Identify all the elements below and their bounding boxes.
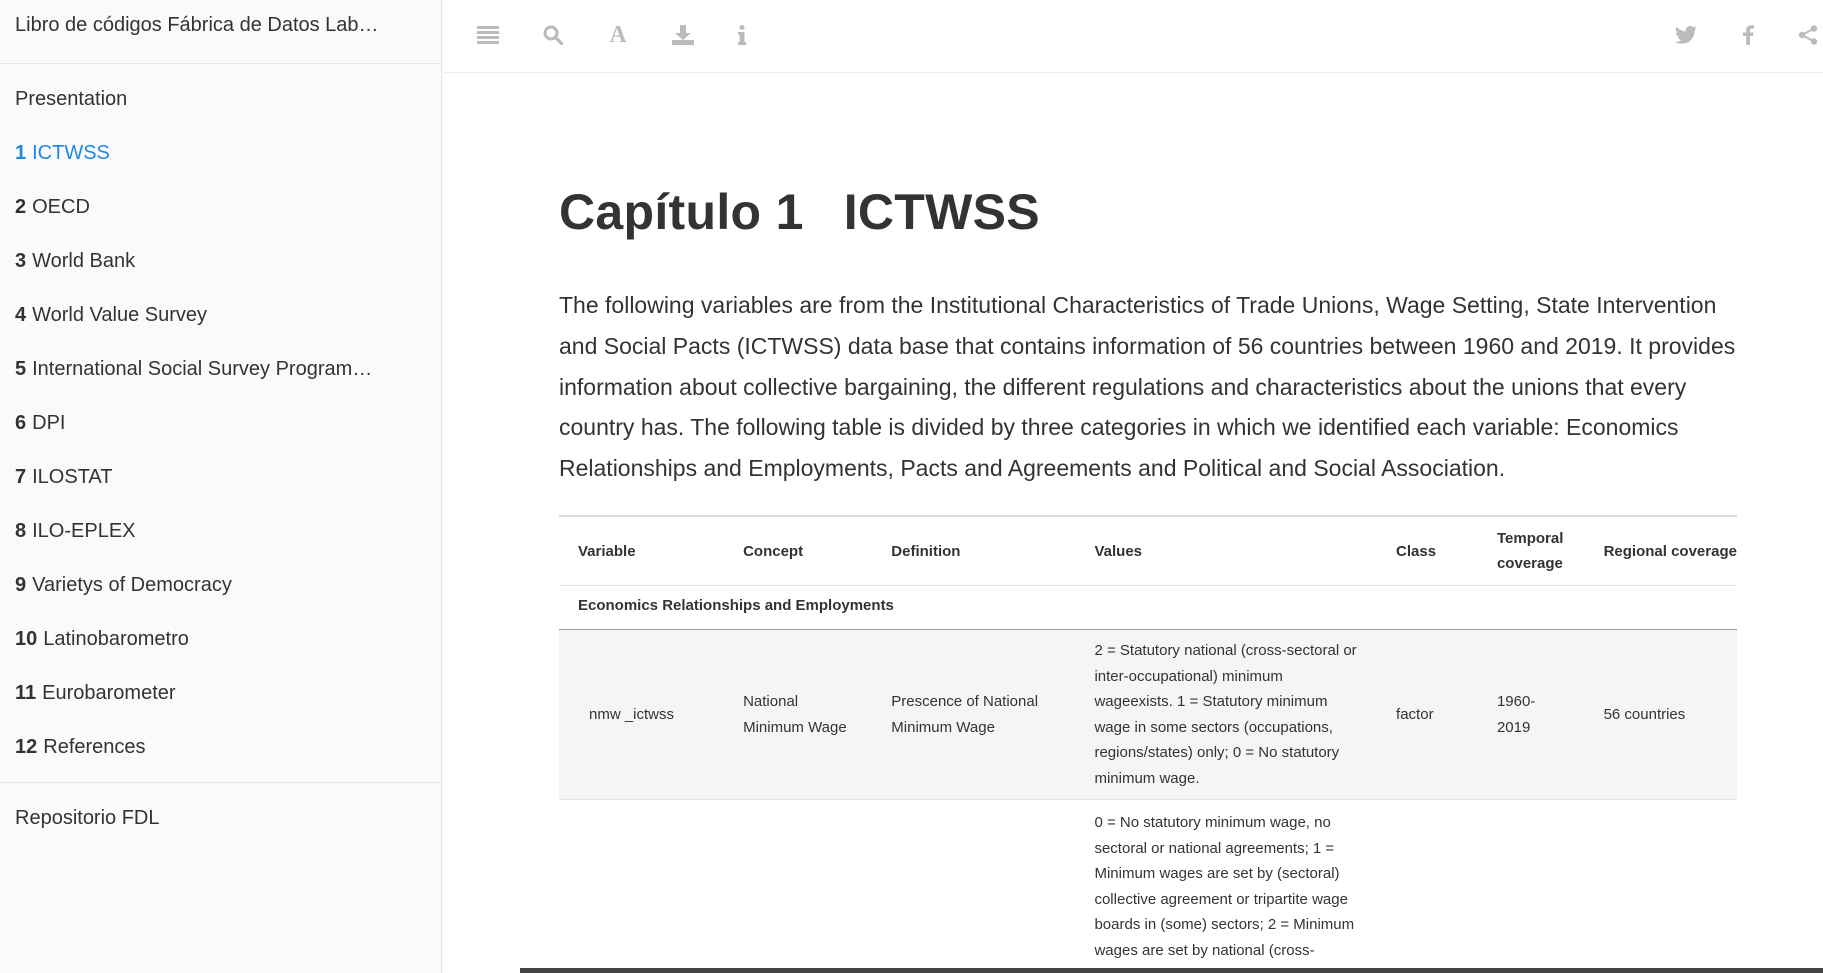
cell-variable — [559, 800, 724, 973]
sidebar-item-oecd[interactable]: 2 OECD — [0, 180, 441, 234]
cell-class — [1377, 800, 1478, 973]
sidebar-item-number: 5 — [15, 357, 27, 380]
sidebar: Libro de códigos Fábrica de Datos Lab… P… — [0, 0, 442, 973]
sidebar-item-dpi[interactable]: 6 DPI — [0, 396, 441, 450]
chapter-heading: Capítulo 1 ICTWSS — [559, 183, 1737, 241]
sidebar-item-number: 7 — [15, 465, 27, 488]
col-header-variable: Variable — [559, 515, 725, 587]
sidebar-item-label: International Social Survey Program… — [32, 357, 373, 380]
cell-concept — [724, 800, 872, 973]
sidebar-item-number: 4 — [15, 303, 27, 326]
toolbar: A — [443, 0, 1823, 73]
sidebar-item-label: World Value Survey — [32, 303, 208, 326]
sidebar-divider — [0, 782, 441, 783]
col-header-class: Class — [1377, 515, 1478, 587]
sidebar-item-number: 2 — [15, 195, 27, 218]
cell-regional: 56 countries — [1584, 629, 1737, 801]
table-row: 0 = No statutory minimum wage, no sector… — [559, 800, 1737, 973]
cell-values: 0 = No statutory minimum wage, no sector… — [1094, 814, 1355, 973]
search-icon[interactable] — [538, 20, 568, 50]
chapter-title: ICTWSS — [843, 184, 1040, 240]
share-icon[interactable] — [1793, 20, 1823, 50]
sidebar-item-number: 11 — [15, 681, 37, 704]
cell-values: 2 = Statutory national (cross-sectoral o… — [1075, 629, 1378, 801]
sidebar-item-label: Varietys of Democracy — [32, 573, 232, 596]
sidebar-item-international-social-survey-program[interactable]: 5 International Social Survey Program… — [0, 342, 441, 396]
facebook-icon[interactable] — [1733, 20, 1763, 50]
sidebar-item-presentation[interactable]: Presentation — [0, 72, 441, 126]
sidebar-item-varietys-of-democracy[interactable]: 9 Varietys of Democracy — [0, 558, 441, 612]
cell-definition: Prescence of National Minimum Wage — [872, 629, 1076, 801]
col-header-temporal-coverage: Temporal coverage — [1477, 515, 1585, 587]
sidebar-item-number: 9 — [15, 573, 27, 596]
intro-paragraph: The following variables are from the Ins… — [559, 292, 1736, 482]
bottom-scroll-edge — [520, 968, 1823, 973]
sidebar-item-label: ILO-EPLEX — [32, 519, 136, 542]
sidebar-item-latinobarometro[interactable]: 10 Latinobarometro — [0, 612, 441, 666]
repository-link[interactable]: Repositorio FDL — [0, 791, 441, 845]
col-header-concept: Concept — [724, 515, 873, 587]
sidebar-item-number: 12 — [15, 735, 38, 758]
col-header-regional-coverage: Regional coverage — [1584, 515, 1737, 587]
toc-toggle-icon[interactable] — [473, 20, 503, 50]
col-header-values: Values — [1075, 515, 1378, 587]
main-content: Capítulo 1 ICTWSS The following variables… — [559, 73, 1737, 973]
twitter-icon[interactable] — [1671, 20, 1701, 50]
sidebar-item-world-value-survey[interactable]: 4 World Value Survey — [0, 288, 441, 342]
chapter-nav: Presentation 1 ICTWSS 2 OECD 3 World Bank 4 Worl… — [0, 64, 441, 774]
table-row: nmw _ictwss National Minimum Wage Presce… — [559, 629, 1737, 801]
sidebar-item-label: OECD — [32, 195, 90, 218]
cell-temporal: 1960-2019 — [1477, 629, 1585, 801]
chapter-prefix: Capítulo 1 — [559, 184, 804, 240]
sidebar-item-label: Latinobarometro — [43, 627, 189, 650]
cell-definition — [872, 800, 1075, 973]
sidebar-item-number: 1 — [15, 141, 27, 164]
sidebar-item-references[interactable]: 12 References — [0, 720, 441, 774]
cell-variable: nmw _ictwss — [559, 629, 725, 801]
sidebar-item-ictwss[interactable]: 1 ICTWSS — [0, 126, 441, 180]
cell-class: factor — [1377, 629, 1478, 801]
table-group-row: Economics Relationships and Employments — [559, 585, 1737, 631]
sidebar-item-eurobarometer[interactable]: 11 Eurobarometer — [0, 666, 441, 720]
sidebar-item-label: World Bank — [32, 249, 136, 272]
sidebar-item-ilostat[interactable]: 7 ILOSTAT — [0, 450, 441, 504]
sidebar-item-world-bank[interactable]: 3 World Bank — [0, 234, 441, 288]
sidebar-item-label: ICTWSS — [32, 141, 110, 164]
col-header-definition: Definition — [872, 515, 1076, 587]
sidebar-item-label: DPI — [32, 411, 66, 434]
cell-concept: National Minimum Wage — [724, 629, 873, 801]
repository-link-label: Repositorio FDL — [15, 806, 160, 829]
sidebar-item-label: Presentation — [15, 87, 128, 110]
book-title[interactable]: Libro de códigos Fábrica de Datos Lab… — [0, 0, 441, 64]
sidebar-item-number: 10 — [15, 627, 38, 650]
sidebar-item-label: ILOSTAT — [32, 465, 113, 488]
sidebar-item-number: 3 — [15, 249, 27, 272]
sidebar-item-label: Eurobarometer — [42, 681, 176, 704]
download-icon[interactable] — [668, 20, 698, 50]
sidebar-item-label: References — [43, 735, 146, 758]
variables-table: Variable Concept Definition Values Class… — [559, 514, 1737, 973]
cell-temporal — [1478, 800, 1585, 973]
cell-regional — [1585, 800, 1737, 973]
group-label: Economics Relationships and Employments — [559, 585, 1737, 631]
sidebar-item-number: 6 — [15, 411, 27, 434]
table-header-row: Variable Concept Definition Values Class… — [559, 515, 1737, 587]
sidebar-item-number: 8 — [15, 519, 27, 542]
font-settings-icon[interactable]: A — [603, 20, 633, 50]
info-icon[interactable] — [727, 20, 757, 50]
sidebar-item-ilo-eplex[interactable]: 8 ILO-EPLEX — [0, 504, 441, 558]
